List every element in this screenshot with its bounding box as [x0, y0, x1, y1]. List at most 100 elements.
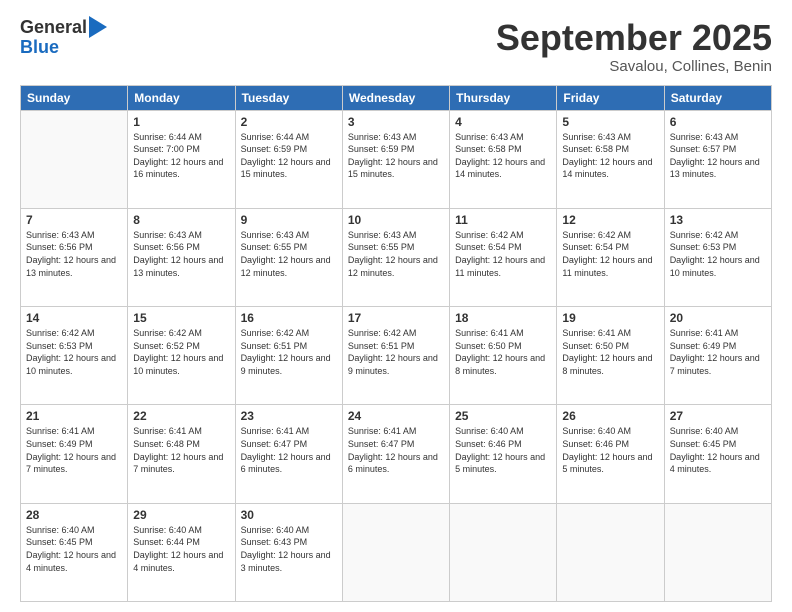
day-info: Sunrise: 6:43 AMSunset: 6:56 PMDaylight:… [133, 229, 229, 279]
day-number: 27 [670, 409, 766, 423]
table-row [342, 503, 449, 601]
page: General Blue September 2025 Savalou, Col… [0, 0, 792, 612]
table-row: 26Sunrise: 6:40 AMSunset: 6:46 PMDayligh… [557, 405, 664, 503]
table-row: 3 Sunrise: 6:43 AMSunset: 6:59 PMDaylight… [342, 110, 449, 208]
day-info: Sunrise: 6:41 AMSunset: 6:49 PMDaylight:… [670, 327, 766, 377]
table-row: 18 Sunrise: 6:41 AMSunset: 6:50 PMDayligh… [450, 307, 557, 405]
day-number: 2 [241, 115, 337, 129]
day-info: Sunrise: 6:44 AMSunset: 6:59 PMDaylight:… [241, 131, 337, 181]
table-row [557, 503, 664, 601]
day-number: 4 [455, 115, 551, 129]
day-info: Sunrise: 6:42 AMSunset: 6:53 PMDaylight:… [670, 229, 766, 279]
table-row [21, 110, 128, 208]
day-number: 30 [241, 508, 337, 522]
table-row: 29 Sunrise: 6:40 AMSunset: 6:44 PMDayligh… [128, 503, 235, 601]
day-info: Sunrise: 6:44 AMSunset: 7:00 PMDaylight:… [133, 131, 229, 181]
day-info: Sunrise: 6:41 AMSunset: 6:49 PMDaylight:… [26, 425, 122, 475]
day-number: 19 [562, 311, 658, 325]
table-row: 12 Sunrise: 6:42 AMSunset: 6:54 PMDayligh… [557, 208, 664, 306]
table-row: 2 Sunrise: 6:44 AMSunset: 6:59 PMDaylight… [235, 110, 342, 208]
table-row: 15 Sunrise: 6:42 AMSunset: 6:52 PMDayligh… [128, 307, 235, 405]
table-row [450, 503, 557, 601]
day-info: Sunrise: 6:42 AMSunset: 6:54 PMDaylight:… [455, 229, 551, 279]
table-row: 9 Sunrise: 6:43 AMSunset: 6:55 PMDaylight… [235, 208, 342, 306]
table-row: 16 Sunrise: 6:42 AMSunset: 6:51 PMDayligh… [235, 307, 342, 405]
table-row: 23 Sunrise: 6:41 AMSunset: 6:47 PMDayligh… [235, 405, 342, 503]
day-number: 25 [455, 409, 551, 423]
day-info: Sunrise: 6:43 AMSunset: 6:58 PMDaylight:… [455, 131, 551, 181]
day-number: 3 [348, 115, 444, 129]
day-info: Sunrise: 6:43 AMSunset: 6:58 PMDaylight:… [562, 131, 658, 181]
month-title: September 2025 [496, 18, 772, 58]
day-info: Sunrise: 6:40 AMSunset: 6:45 PMDaylight:… [670, 425, 766, 475]
table-row: 5 Sunrise: 6:43 AMSunset: 6:58 PMDaylight… [557, 110, 664, 208]
day-number: 20 [670, 311, 766, 325]
table-row: 14 Sunrise: 6:42 AMSunset: 6:53 PMDayligh… [21, 307, 128, 405]
logo-blue-text: Blue [20, 38, 107, 58]
calendar-week-row: 7 Sunrise: 6:43 AMSunset: 6:56 PMDaylight… [21, 208, 772, 306]
day-info: Sunrise: 6:41 AMSunset: 6:48 PMDaylight:… [133, 425, 229, 475]
day-number: 23 [241, 409, 337, 423]
day-info: Sunrise: 6:43 AMSunset: 6:55 PMDaylight:… [348, 229, 444, 279]
day-number: 18 [455, 311, 551, 325]
day-info: Sunrise: 6:43 AMSunset: 6:57 PMDaylight:… [670, 131, 766, 181]
calendar-header-row: Sunday Monday Tuesday Wednesday Thursday… [21, 85, 772, 110]
day-number: 14 [26, 311, 122, 325]
day-number: 12 [562, 213, 658, 227]
table-row: 22Sunrise: 6:41 AMSunset: 6:48 PMDayligh… [128, 405, 235, 503]
day-info: Sunrise: 6:43 AMSunset: 6:56 PMDaylight:… [26, 229, 122, 279]
day-info: Sunrise: 6:42 AMSunset: 6:54 PMDaylight:… [562, 229, 658, 279]
day-number: 15 [133, 311, 229, 325]
day-info: Sunrise: 6:41 AMSunset: 6:47 PMDaylight:… [241, 425, 337, 475]
logo: General Blue [20, 18, 107, 58]
header: General Blue September 2025 Savalou, Col… [20, 18, 772, 75]
calendar-week-row: 28 Sunrise: 6:40 AMSunset: 6:45 PMDayligh… [21, 503, 772, 601]
day-number: 11 [455, 213, 551, 227]
day-info: Sunrise: 6:40 AMSunset: 6:43 PMDaylight:… [241, 524, 337, 574]
day-number: 8 [133, 213, 229, 227]
table-row: 17 Sunrise: 6:42 AMSunset: 6:51 PMDayligh… [342, 307, 449, 405]
table-row: 4 Sunrise: 6:43 AMSunset: 6:58 PMDaylight… [450, 110, 557, 208]
col-sunday: Sunday [21, 85, 128, 110]
day-number: 16 [241, 311, 337, 325]
table-row: 6Sunrise: 6:43 AMSunset: 6:57 PMDaylight… [664, 110, 771, 208]
day-number: 17 [348, 311, 444, 325]
day-number: 21 [26, 409, 122, 423]
day-info: Sunrise: 6:42 AMSunset: 6:53 PMDaylight:… [26, 327, 122, 377]
day-info: Sunrise: 6:42 AMSunset: 6:51 PMDaylight:… [348, 327, 444, 377]
day-number: 29 [133, 508, 229, 522]
day-info: Sunrise: 6:40 AMSunset: 6:45 PMDaylight:… [26, 524, 122, 574]
table-row: 10 Sunrise: 6:43 AMSunset: 6:55 PMDayligh… [342, 208, 449, 306]
day-info: Sunrise: 6:42 AMSunset: 6:52 PMDaylight:… [133, 327, 229, 377]
table-row: 13Sunrise: 6:42 AMSunset: 6:53 PMDayligh… [664, 208, 771, 306]
table-row: 25 Sunrise: 6:40 AMSunset: 6:46 PMDayligh… [450, 405, 557, 503]
table-row: 11 Sunrise: 6:42 AMSunset: 6:54 PMDayligh… [450, 208, 557, 306]
table-row: 21 Sunrise: 6:41 AMSunset: 6:49 PMDayligh… [21, 405, 128, 503]
day-number: 7 [26, 213, 122, 227]
title-section: September 2025 Savalou, Collines, Benin [496, 18, 772, 75]
table-row: 30 Sunrise: 6:40 AMSunset: 6:43 PMDayligh… [235, 503, 342, 601]
day-number: 10 [348, 213, 444, 227]
day-info: Sunrise: 6:41 AMSunset: 6:50 PMDaylight:… [455, 327, 551, 377]
col-monday: Monday [128, 85, 235, 110]
table-row: 1Sunrise: 6:44 AMSunset: 7:00 PMDaylight… [128, 110, 235, 208]
day-info: Sunrise: 6:41 AMSunset: 6:50 PMDaylight:… [562, 327, 658, 377]
calendar-week-row: 14 Sunrise: 6:42 AMSunset: 6:53 PMDayligh… [21, 307, 772, 405]
col-wednesday: Wednesday [342, 85, 449, 110]
day-info: Sunrise: 6:41 AMSunset: 6:47 PMDaylight:… [348, 425, 444, 475]
day-number: 24 [348, 409, 444, 423]
table-row: 28 Sunrise: 6:40 AMSunset: 6:45 PMDayligh… [21, 503, 128, 601]
day-info: Sunrise: 6:40 AMSunset: 6:46 PMDaylight:… [455, 425, 551, 475]
calendar-week-row: 21 Sunrise: 6:41 AMSunset: 6:49 PMDayligh… [21, 405, 772, 503]
col-saturday: Saturday [664, 85, 771, 110]
calendar-week-row: 1Sunrise: 6:44 AMSunset: 7:00 PMDaylight… [21, 110, 772, 208]
day-number: 26 [562, 409, 658, 423]
day-info: Sunrise: 6:40 AMSunset: 6:44 PMDaylight:… [133, 524, 229, 574]
location-subtitle: Savalou, Collines, Benin [496, 58, 772, 75]
day-info: Sunrise: 6:43 AMSunset: 6:59 PMDaylight:… [348, 131, 444, 181]
day-info: Sunrise: 6:42 AMSunset: 6:51 PMDaylight:… [241, 327, 337, 377]
day-info: Sunrise: 6:43 AMSunset: 6:55 PMDaylight:… [241, 229, 337, 279]
day-number: 5 [562, 115, 658, 129]
day-number: 28 [26, 508, 122, 522]
day-number: 9 [241, 213, 337, 227]
